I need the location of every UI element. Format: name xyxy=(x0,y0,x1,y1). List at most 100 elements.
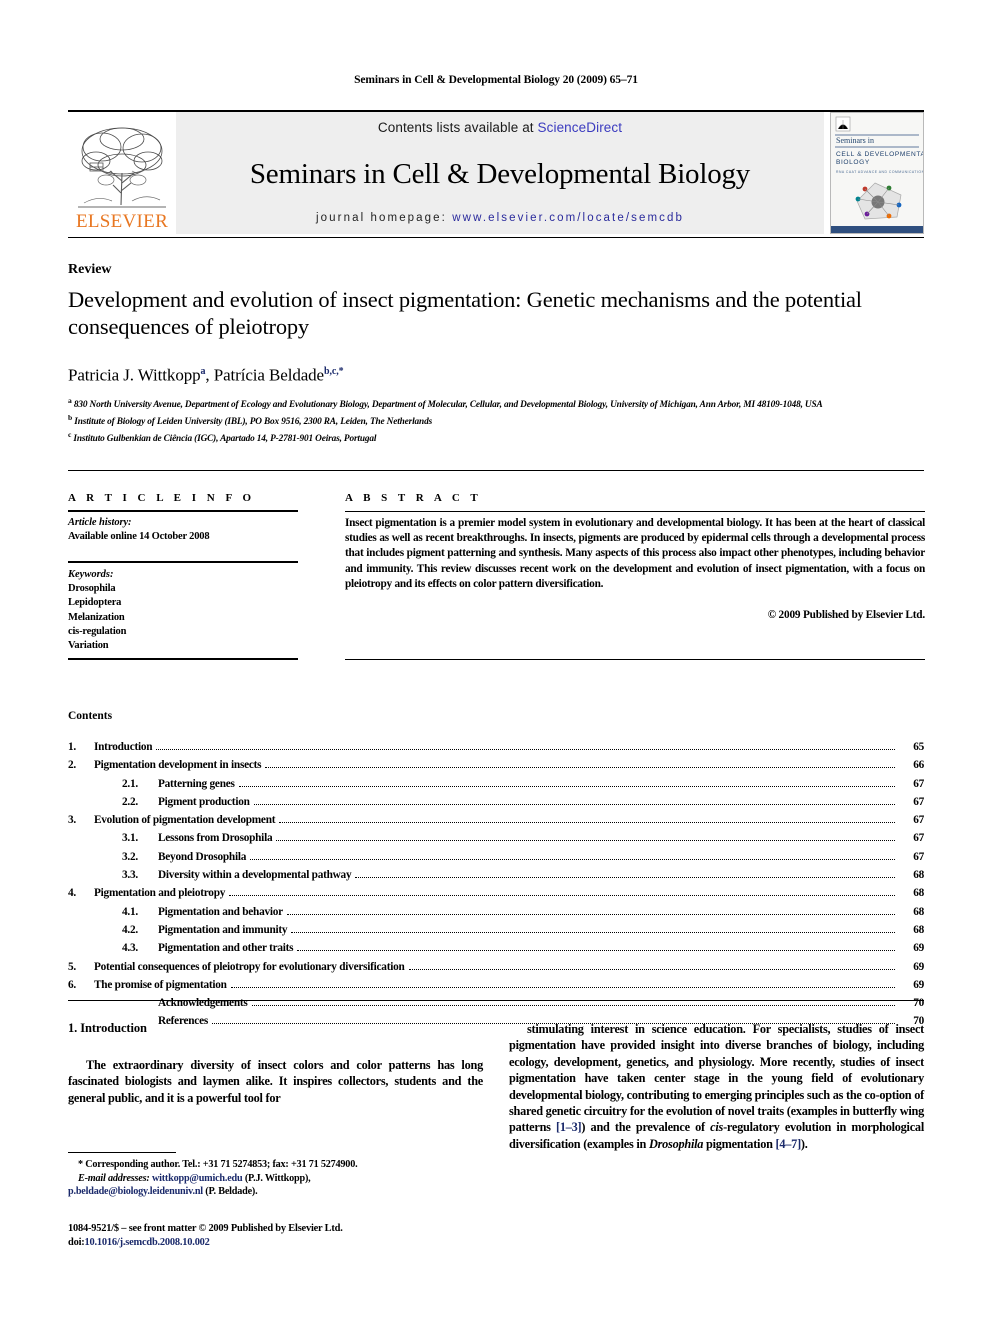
svg-text:Seminars in: Seminars in xyxy=(836,136,874,145)
toc-page-number: 67 xyxy=(913,850,924,863)
paragraph-part: ) and the prevalence of xyxy=(581,1120,711,1135)
toc-leader-dots xyxy=(276,839,895,842)
toc-row[interactable]: 4. Pigmentation and pleiotropy 68 xyxy=(68,884,924,902)
toc-page-number: 67 xyxy=(913,832,924,845)
keyword-item: Variation xyxy=(68,640,109,652)
email-link[interactable]: wittkopp@umich.edu xyxy=(152,1173,243,1184)
info-section-top-rule xyxy=(68,470,924,471)
toc-entry-label: Lessons from Drosophila xyxy=(158,832,273,845)
abstract-heading-rule xyxy=(345,511,925,512)
toc-row[interactable]: 1. Introduction 65 xyxy=(68,738,924,756)
toc-row[interactable]: 2.2. Pigment production 67 xyxy=(68,793,924,811)
toc-entry-label: Pigmentation and immunity xyxy=(158,923,288,936)
journal-title: Seminars in Cell & Developmental Biology xyxy=(249,158,751,190)
author-list: Patricia J. Wittkoppa, Patrícia Beldadeb… xyxy=(68,362,868,386)
toc-row[interactable]: 2.1. Patterning genes 67 xyxy=(68,775,924,793)
affiliation-text: Instituto Gulbenkian de Ciência (IGC), A… xyxy=(73,433,377,444)
contents-available-line: Contents lists available at ScienceDirec… xyxy=(378,120,622,135)
affiliation-item: c Instituto Gulbenkian de Ciência (IGC),… xyxy=(68,429,858,446)
keywords-bottom-rule xyxy=(68,658,298,660)
body-column-left: The extraordinary diversity of insect co… xyxy=(68,1057,483,1106)
toc-row[interactable]: 3.3. Diversity within a developmental pat… xyxy=(68,866,924,884)
svg-text:CELL & DEVELOPMENTAL: CELL & DEVELOPMENTAL xyxy=(836,151,923,158)
homepage-url-link[interactable]: www.elsevier.com/locate/semcdb xyxy=(452,212,684,224)
toc-entry-label: Patterning genes xyxy=(158,777,235,790)
toc-leader-dots xyxy=(156,748,895,750)
contents-bottom-rule xyxy=(68,1000,924,1001)
footnote-rule xyxy=(68,1152,176,1154)
toc-section-number: 6. xyxy=(68,978,76,991)
corresponding-author-note: * Corresponding author. Tel.: +31 71 527… xyxy=(78,1159,358,1170)
sciencedirect-link[interactable]: ScienceDirect xyxy=(538,120,623,135)
section-heading-introduction: 1. Introduction xyxy=(68,1021,147,1035)
toc-leader-dots xyxy=(253,803,895,805)
toc-row[interactable]: 3. Evolution of pigmentation development 6… xyxy=(68,811,924,829)
toc-row[interactable]: 2. Pigmentation development in insects 66 xyxy=(68,756,924,774)
toc-page-number: 69 xyxy=(913,978,924,991)
toc-section-number: 3. xyxy=(68,814,76,827)
email-note-second: p.beldade@biology.leidenuniv.nl (P. Beld… xyxy=(68,1185,468,1199)
masthead-bottom-rule xyxy=(68,237,924,238)
imprint-block: 1084-9521/$ – see front matter © 2009 Pu… xyxy=(68,1222,488,1249)
toc-page-number: 68 xyxy=(913,923,924,936)
toc-row[interactable]: Acknowledgements 70 xyxy=(68,994,924,1012)
affiliation-item: b Institute of Biology of Leiden Univers… xyxy=(68,412,858,429)
toc-section-number: 5. xyxy=(68,960,76,973)
email-owner: (P. Beldade). xyxy=(202,1186,258,1198)
toc-page-number: 69 xyxy=(913,942,924,955)
toc-row[interactable]: 3.1. Lessons from Drosophila 67 xyxy=(68,829,924,847)
toc-entry-label: Pigment production xyxy=(158,795,250,808)
corresponding-author-star: * xyxy=(338,366,344,377)
doi-link[interactable]: 10.1016/j.semcdb.2008.10.002 xyxy=(85,1237,210,1248)
svg-text:BIOLOGY: BIOLOGY xyxy=(836,159,870,166)
article-type-label: Review xyxy=(68,262,112,277)
email-note: E-mail addresses: wittkopp@umich.edu (P.… xyxy=(68,1172,468,1186)
toc-subsection-number: 4.3. xyxy=(122,942,138,955)
toc-subsection-number: 4.2. xyxy=(122,923,138,936)
toc-row[interactable]: 6. The promise of pigmentation 69 xyxy=(68,976,924,994)
toc-entry-label: Introduction xyxy=(94,741,153,753)
toc-leader-dots xyxy=(251,1004,895,1007)
toc-leader-dots xyxy=(250,858,895,860)
svg-text:RNA CAAT ADVANCE AND COMMUNICA: RNA CAAT ADVANCE AND COMMUNICATION xyxy=(836,170,923,174)
toc-section-number: 2. xyxy=(68,759,76,772)
paragraph: The extraordinary diversity of insect co… xyxy=(68,1058,483,1105)
journal-article-page: Seminars in Cell & Developmental Biology… xyxy=(0,0,992,1323)
toc-subsection-number: 3.3. xyxy=(122,869,138,882)
toc-leader-dots xyxy=(238,785,895,787)
affiliation-item: a 830 North University Avenue, Departmen… xyxy=(68,395,858,412)
abstract-text: Insect pigmentation is a premier model s… xyxy=(345,517,925,590)
toc-entry-label: Potential consequences of pleiotropy for… xyxy=(94,960,405,973)
toc-section-number: 1. xyxy=(68,741,76,753)
affiliation-text: 830 North University Avenue, Department … xyxy=(73,400,823,411)
toc-leader-dots xyxy=(279,821,895,824)
toc-entry-label: Evolution of pigmentation development xyxy=(94,814,276,827)
toc-leader-dots xyxy=(297,949,895,952)
toc-entry-label: Pigmentation and other traits xyxy=(158,942,294,955)
toc-entry-label: Pigmentation development in insects xyxy=(94,759,262,772)
toc-subsection-number: 2.2. xyxy=(122,795,138,808)
toc-entry-label: References xyxy=(158,1015,208,1028)
keywords-top-rule xyxy=(68,561,298,563)
author-name: Patricia J. Wittkopp xyxy=(68,365,201,385)
email-link[interactable]: p.beldade@biology.leidenuniv.nl xyxy=(68,1186,203,1197)
author-name: Patrícia Beldade xyxy=(213,365,325,385)
masthead-center-band: Contents lists available at ScienceDirec… xyxy=(176,112,824,234)
abstract-heading: A B S T R A C T xyxy=(345,492,482,504)
paragraph: stimulating interest in science educatio… xyxy=(509,1021,924,1152)
contents-available-prefix: Contents lists available at xyxy=(377,120,538,135)
affiliation-list: a 830 North University Avenue, Departmen… xyxy=(68,395,858,446)
abstract-copyright: © 2009 Published by Elsevier Ltd. xyxy=(767,609,926,621)
citation-ref[interactable]: [1–3] xyxy=(556,1120,582,1134)
toc-row[interactable]: 4.3. Pigmentation and other traits 69 xyxy=(68,939,924,957)
toc-row[interactable]: 5. Potential consequences of pleiotropy f… xyxy=(68,958,924,976)
toc-entry-label: Diversity within a developmental pathway xyxy=(158,869,352,882)
elsevier-logo: ELSEVIER xyxy=(68,112,176,234)
citation-ref[interactable]: [4–7] xyxy=(776,1137,802,1151)
toc-row[interactable]: 4.1. Pigmentation and behavior 68 xyxy=(68,903,924,921)
toc-entry-label: Pigmentation and behavior xyxy=(158,905,283,918)
toc-subsection-number: 4.1. xyxy=(122,905,138,918)
toc-leader-dots xyxy=(355,876,895,879)
toc-row[interactable]: 3.2. Beyond Drosophila 67 xyxy=(68,848,924,866)
toc-row[interactable]: 4.2. Pigmentation and immunity 68 xyxy=(68,921,924,939)
